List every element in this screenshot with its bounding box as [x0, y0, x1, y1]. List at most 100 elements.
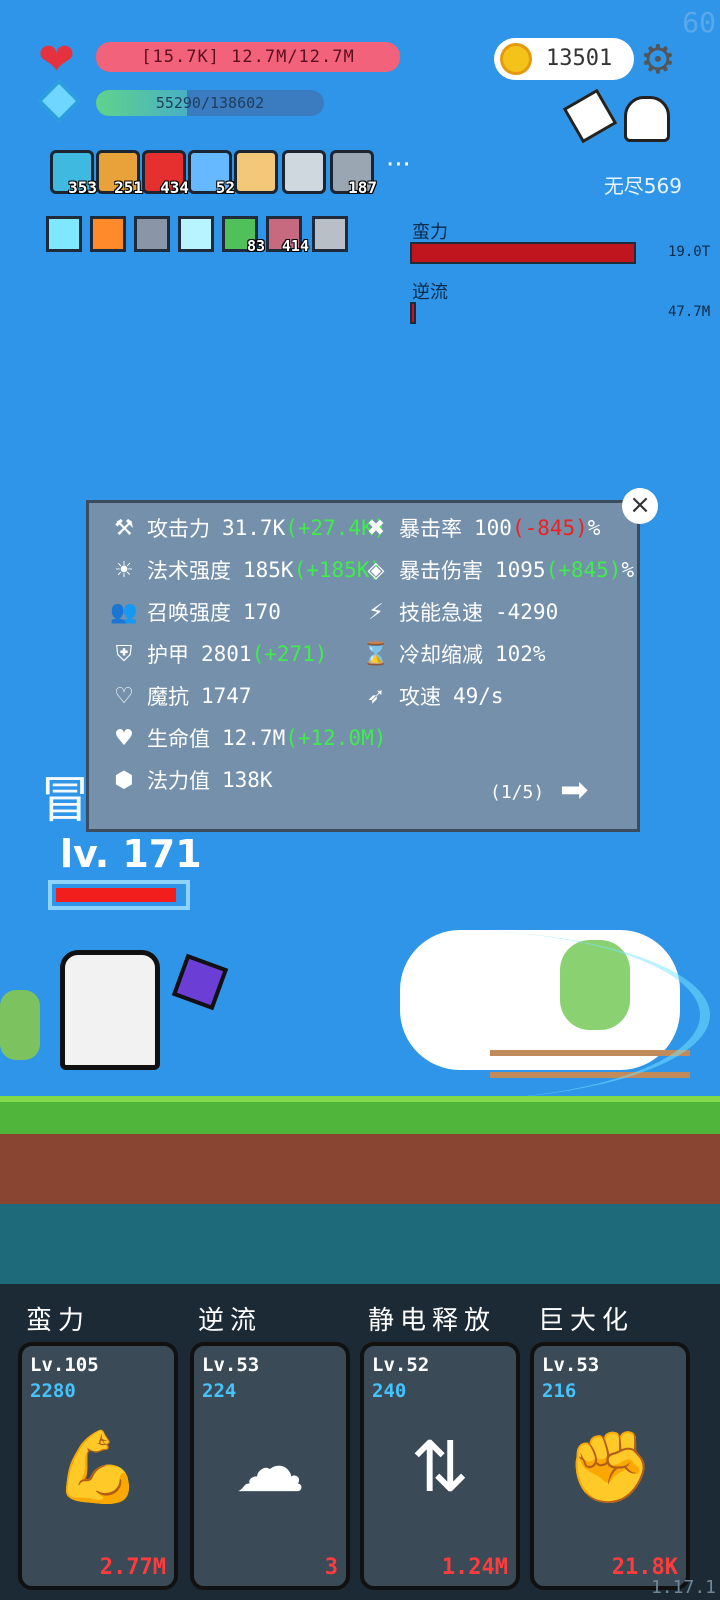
stat-label: 暴击率: [399, 517, 462, 541]
cleaver-icon[interactable]: [562, 88, 618, 144]
sword-buff-icon[interactable]: 414: [266, 216, 309, 255]
stat-value: 100: [474, 516, 512, 540]
water-strip: [0, 1204, 720, 1284]
active-skill-1-value: 19.0T: [668, 244, 711, 260]
stat-value: 49/s: [453, 684, 504, 708]
adventure-label: 冒: [40, 771, 90, 829]
cloud-icon[interactable]: 187: [330, 150, 377, 197]
mp-text: 55290/138602: [155, 94, 265, 112]
stat-label: 护甲: [147, 643, 189, 667]
mp-bar: 55290/138602: [96, 90, 324, 116]
bush-left: [0, 990, 40, 1060]
sword-icon[interactable]: [282, 150, 326, 194]
heart-shield-icon: ♡: [114, 683, 134, 709]
ghost-icon[interactable]: [624, 96, 670, 142]
item-count: 251: [114, 178, 143, 197]
lightning-icon: ⚡: [368, 599, 384, 625]
stat-bonus: (+271): [251, 642, 328, 666]
version-label: 1.17.1: [650, 1577, 716, 1598]
axe-icon: ⚒: [114, 515, 134, 541]
stat-label: 冷却缩减: [399, 643, 483, 667]
mana-crystal-icon: [37, 79, 81, 123]
stats-page-indicator: (1/5): [490, 782, 545, 803]
stats-panel: ⚒ 攻击力 31.7K (+27.4K) ☀ 法术强度 185K (+185K) 👥 召唤强度 17…: [86, 500, 640, 832]
skill-card-value: 3: [324, 1555, 338, 1580]
gem-icon: ⬢: [114, 767, 134, 793]
buff-count: 83: [246, 237, 265, 255]
active-skill-2-bar: [410, 302, 416, 324]
item-count: 434: [160, 178, 189, 197]
stat-suffix: %: [587, 516, 601, 540]
sun-icon: ☀: [114, 557, 134, 583]
shockwave-effect: [190, 930, 710, 1100]
more-items-button[interactable]: ···: [386, 150, 411, 180]
stat-value: 12.7M: [222, 726, 286, 750]
skill-card-level: Lv.52: [372, 1354, 430, 1376]
skill-card[interactable]: Lv.52 240 ⇅ 1.24M: [360, 1342, 520, 1590]
stat-value: 31.7K: [222, 516, 286, 540]
heart-icon: ♥: [114, 725, 134, 751]
shield-buff-icon[interactable]: [312, 216, 348, 252]
ground-dirt: [0, 1134, 720, 1204]
stat-label: 暴击伤害: [399, 559, 483, 583]
stat-suffix: %: [621, 558, 635, 582]
lightbulb2-buff-icon[interactable]: [178, 216, 214, 252]
leaf-buff-icon[interactable]: 83: [222, 216, 265, 255]
skill-card[interactable]: Lv.53 216 ✊ 21.8K: [530, 1342, 690, 1590]
item-count: 187: [348, 178, 377, 197]
skill-card-cost: 224: [202, 1380, 237, 1402]
skill-card-value: 1.24M: [441, 1555, 508, 1580]
scroll-icon[interactable]: [234, 150, 278, 194]
stat-value: 1747: [201, 684, 252, 708]
swap-arrows-icon: ⇅: [410, 1426, 470, 1508]
crossed-swords-icon: ✖: [366, 515, 386, 541]
flexed-arm-icon: 💪: [54, 1426, 142, 1508]
bow-icon: ➶: [366, 683, 386, 709]
helmet-buff-icon[interactable]: [134, 216, 170, 252]
target-icon: ◈: [367, 557, 385, 583]
skill-card-level: Lv.53: [542, 1354, 600, 1376]
player-character[interactable]: [60, 950, 160, 1070]
gear-icon[interactable]: ⚙: [640, 40, 676, 80]
stat-row: ☀ 法术强度 185K (+185K): [107, 555, 382, 585]
wand-icon[interactable]: 353: [50, 150, 97, 197]
apple-icon[interactable]: 434: [142, 150, 189, 197]
stat-label: 攻速: [399, 685, 441, 709]
stat-label: 法力值: [147, 769, 210, 793]
next-page-arrow-icon[interactable]: ➡: [560, 770, 589, 810]
star-card-icon[interactable]: 52: [188, 150, 235, 197]
skill-card-title: 逆流: [198, 1306, 263, 1336]
player-hp-fill: [56, 888, 176, 902]
skill-card-value: 2.77M: [99, 1555, 166, 1580]
coin-icon: [500, 43, 532, 75]
coin-counter[interactable]: 13501: [494, 38, 634, 80]
coin-value: 13501: [546, 46, 613, 71]
close-icon[interactable]: ×: [622, 488, 658, 524]
shield-icon: ⛨: [115, 641, 133, 667]
stat-row: ➶ 攻速 49/s: [359, 681, 504, 711]
people-icon: 👥: [110, 599, 138, 625]
skill-card-cost: 240: [372, 1380, 407, 1402]
skill-card[interactable]: Lv.53 224 ☁ 3: [190, 1342, 350, 1590]
lightbulb-buff-icon[interactable]: [46, 216, 82, 252]
active-skill-1-name: 蛮力: [412, 222, 448, 243]
skill-card[interactable]: Lv.105 2280 💪 2.77M: [18, 1342, 178, 1590]
stat-row: ♡ 魔抗 1747: [107, 681, 252, 711]
ground-grass: [0, 1096, 720, 1136]
stat-value: 102%: [495, 642, 546, 666]
fps-counter: 60: [682, 6, 716, 39]
stat-label: 召唤强度: [147, 601, 231, 625]
heart-icon: ❤: [38, 34, 75, 85]
fist-icon: ✊: [566, 1426, 654, 1508]
fire-buff-icon[interactable]: [90, 216, 126, 252]
stat-label: 法术强度: [147, 559, 231, 583]
stat-row: ♥ 生命值 12.7M (+12.0M): [107, 723, 386, 753]
active-skill-2-value: 47.7M: [668, 304, 711, 320]
stat-bonus: (+12.0M): [285, 726, 387, 750]
skill-card-title: 蛮力: [26, 1306, 91, 1336]
stat-row: 👥 召唤强度 170: [107, 597, 281, 627]
book-icon[interactable]: 251: [96, 150, 143, 197]
skill-card-cost: 2280: [30, 1380, 76, 1402]
item-count: 353: [68, 178, 97, 197]
stat-label: 攻击力: [147, 517, 210, 541]
